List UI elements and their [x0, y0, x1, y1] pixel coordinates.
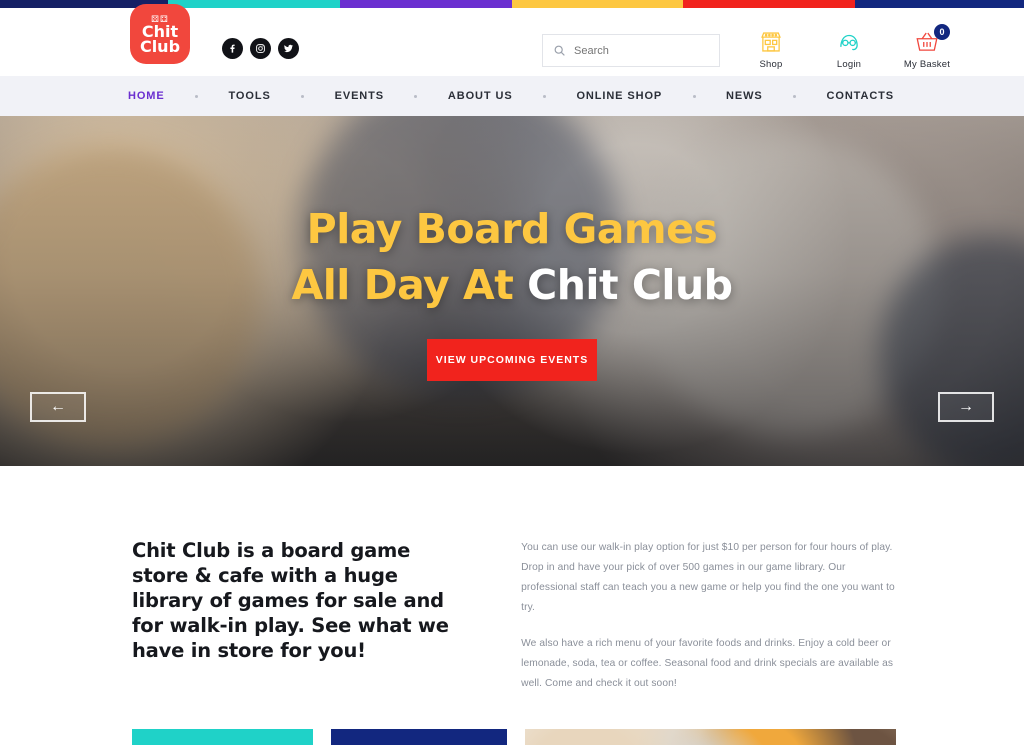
login-icon	[822, 28, 876, 56]
intro-paragraph-1: You can use our walk-in play option for …	[521, 542, 895, 613]
nav-divider	[384, 94, 448, 98]
strip-segment-teal	[168, 0, 340, 8]
hero-content: Play Board Games All Day At Chit Club VI…	[0, 116, 1024, 466]
games-card[interactable]	[132, 729, 313, 745]
main-navigation: HOME TOOLS EVENTS ABOUT US ONLINE SHOP N…	[0, 76, 1024, 116]
nav-item-about-us[interactable]: ABOUT US	[448, 90, 513, 102]
strip-segment-red	[683, 0, 855, 8]
shop-icon	[744, 28, 798, 56]
search-icon	[554, 45, 565, 56]
shop-button[interactable]: Shop	[744, 28, 798, 70]
nav-item-events[interactable]: EVENTS	[335, 90, 384, 102]
search-box[interactable]	[542, 34, 720, 67]
hero-prev-arrow-button[interactable]: ←	[30, 392, 86, 422]
intro-heading: Chit Club is a board game store & cafe w…	[132, 539, 449, 662]
strip-segment-yellow	[512, 0, 683, 8]
instagram-icon[interactable]	[250, 38, 271, 59]
hero-next-arrow-button[interactable]: →	[938, 392, 994, 422]
site-header: ⚄⚃ Chit Club Sho	[0, 4, 1024, 76]
nav-item-tools[interactable]: TOOLS	[229, 90, 271, 102]
hero-headline-line-1: Play Board Games	[306, 205, 718, 253]
login-button[interactable]: Login	[822, 28, 876, 70]
header-utilities: Shop Login 0 My Basket	[744, 24, 954, 70]
intro-paragraph-2: We also have a rich menu of your favorit…	[521, 638, 894, 689]
nav-divider	[271, 94, 335, 98]
intro-section: Chit Club is a board game store & cafe w…	[0, 466, 1024, 694]
shop-label: Shop	[759, 59, 783, 70]
nav-divider	[662, 94, 726, 98]
basket-count-badge: 0	[934, 24, 950, 40]
login-label: Login	[836, 59, 862, 70]
strip-segment-purple	[340, 0, 512, 8]
facebook-icon[interactable]	[222, 38, 243, 59]
nav-item-home[interactable]: HOME	[128, 90, 165, 102]
nav-item-contacts[interactable]: CONTACTS	[827, 90, 895, 102]
basket-label: My Basket	[903, 59, 951, 70]
hero-headline-highlight: All Day At	[291, 261, 528, 309]
hero-banner: Play Board Games All Day At Chit Club VI…	[0, 116, 1024, 466]
strip-segment-blue	[855, 0, 1024, 8]
nav-item-news[interactable]: NEWS	[726, 90, 763, 102]
basket-button[interactable]: 0 My Basket	[900, 24, 954, 70]
view-upcoming-events-button[interactable]: VIEW UPCOMING EVENTS	[427, 339, 597, 381]
search-input[interactable]	[574, 44, 704, 57]
logo-line-2: Club	[139, 36, 181, 56]
twitter-icon[interactable]	[278, 38, 299, 59]
intro-body: You can use our walk-in play option for …	[521, 538, 896, 694]
feature-cards	[0, 694, 1024, 745]
nav-item-online-shop[interactable]: ONLINE SHOP	[576, 90, 662, 102]
hero-headline-line-2: All Day At Chit Club	[291, 257, 733, 313]
nav-divider	[165, 94, 229, 98]
people-card[interactable]	[525, 729, 896, 745]
nav-divider	[513, 94, 577, 98]
food-card[interactable]	[330, 729, 508, 745]
nav-divider	[763, 94, 827, 98]
hero-headline-brand: Chit Club	[527, 261, 733, 309]
social-links	[222, 38, 299, 59]
logo-chit-club[interactable]: ⚄⚃ Chit Club	[130, 4, 190, 64]
